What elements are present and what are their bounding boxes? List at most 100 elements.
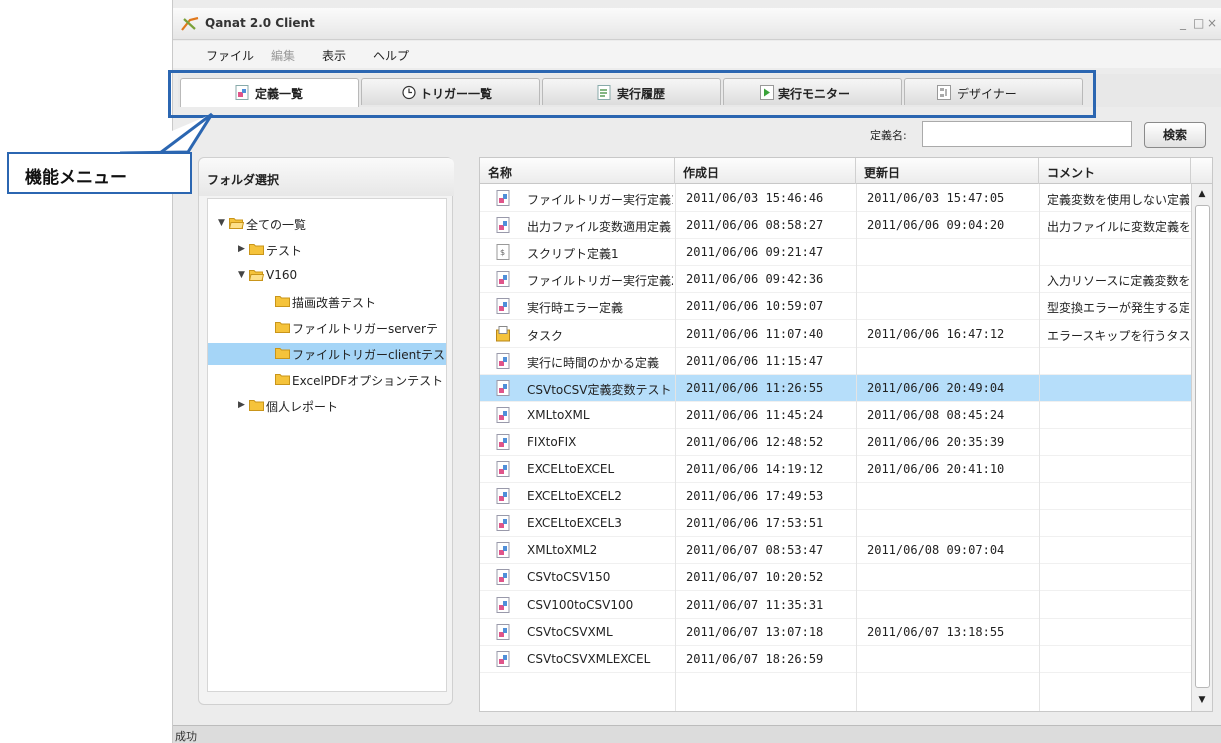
definition-document-icon xyxy=(496,217,510,234)
expanded-arrow-icon: ▼ xyxy=(238,270,245,280)
cell-created: 2011/06/03 15:46:46 xyxy=(686,191,824,205)
cell-updated: 2011/06/08 08:45:24 xyxy=(867,407,1005,422)
cell-name: 出力ファイル変数適用定義 xyxy=(527,220,672,235)
cell-name: 実行に時間のかかる定義 xyxy=(527,355,660,370)
cell-comment: 出力ファイルに変数定義を xyxy=(1047,220,1189,235)
scroll-down-icon[interactable]: ▼ xyxy=(1194,692,1210,708)
vertical-scrollbar[interactable]: ▲ ▼ xyxy=(1191,184,1212,711)
table-header: 名称 作成日 更新日 コメント xyxy=(480,158,1212,184)
definition-table: 名称 作成日 更新日 コメント ファイルトリガー実行定義1 2011/06/03 … xyxy=(479,157,1213,712)
table-row[interactable]: EXCELtoEXCEL3 2011/06/06 17:53:51 xyxy=(480,510,1191,538)
column-header-updated[interactable]: 更新日 xyxy=(856,158,1039,184)
table-row[interactable]: ファイルトリガー実行定義1 2011/06/03 15:46:46 2011/06/… xyxy=(480,185,1191,212)
cell-name: EXCELtoEXCEL2 xyxy=(527,489,622,504)
cell-name: XMLtoXML xyxy=(527,407,590,422)
menu-edit[interactable]: 編集 xyxy=(271,47,295,64)
column-divider xyxy=(675,184,676,711)
tree-node-filetrigger-client[interactable]: ファイルトリガーclientテス xyxy=(208,343,446,365)
main-content: 定義名: 検索 フォルダ選択 ▼ 全ての一覧 ▶ テスト ▼ V160 描画改善… xyxy=(173,107,1221,725)
annotation-callout: 機能メニュー xyxy=(7,152,192,194)
cell-created: 2011/06/06 08:58:27 xyxy=(686,218,824,233)
cell-updated: 2011/06/06 20:35:39 xyxy=(867,434,1005,449)
cell-created: 2011/06/06 11:45:24 xyxy=(686,407,824,422)
table-row[interactable]: CSVtoCSVXML 2011/06/07 13:07:18 2011/06/07… xyxy=(480,619,1191,646)
table-row[interactable]: 出力ファイル変数適用定義 2011/06/06 08:58:27 2011/06/0… xyxy=(480,212,1191,240)
cell-updated: 2011/06/06 16:47:12 xyxy=(867,326,1005,341)
cell-name: スクリプト定義1 xyxy=(527,247,619,262)
table-row[interactable]: $ スクリプト定義1 2011/06/06 09:21:47 xyxy=(480,239,1191,267)
cell-created: 2011/06/06 11:26:55 xyxy=(686,380,824,395)
table-row[interactable]: EXCELtoEXCEL 2011/06/06 14:19:12 2011/06/0… xyxy=(480,456,1191,483)
table-row[interactable]: XMLtoXML2 2011/06/07 08:53:47 2011/06/08 0… xyxy=(480,537,1191,565)
tree-node-test[interactable]: ▶ テスト xyxy=(208,239,446,261)
script-icon: $ xyxy=(496,244,510,261)
minimize-button[interactable]: _ xyxy=(1180,16,1186,30)
cell-name: FIXtoFIX xyxy=(527,434,577,449)
scroll-thumb[interactable] xyxy=(1195,205,1210,688)
column-header-created[interactable]: 作成日 xyxy=(675,158,856,184)
cell-created: 2011/06/06 11:07:40 xyxy=(686,326,824,341)
table-row[interactable]: FIXtoFIX 2011/06/06 12:48:52 2011/06/06 20… xyxy=(480,429,1191,456)
tree-node-personal-report[interactable]: ▶ 個人レポート xyxy=(208,395,446,417)
column-header-name[interactable]: 名称 xyxy=(480,158,675,184)
table-row[interactable]: CSV100toCSV100 2011/06/07 11:35:31 xyxy=(480,592,1191,619)
folder-panel: フォルダ選択 ▼ 全ての一覧 ▶ テスト ▼ V160 描画改善テスト ファイル… xyxy=(198,157,454,705)
cell-updated: 2011/06/06 09:04:20 xyxy=(867,218,1005,233)
cell-comment: エラースキップを行うタスク xyxy=(1047,328,1189,343)
definition-document-icon xyxy=(496,406,510,423)
tree-node-all[interactable]: ▼ 全ての一覧 xyxy=(208,213,446,235)
menu-view[interactable]: 表示 xyxy=(322,47,346,64)
table-row[interactable]: CSVtoCSV定義変数テスト 2011/06/06 11:26:55 2011/0… xyxy=(480,374,1191,402)
column-divider xyxy=(1039,184,1040,711)
table-row[interactable]: CSVtoCSV150 2011/06/07 10:20:52 xyxy=(480,564,1191,592)
cell-updated: 2011/06/07 13:18:55 xyxy=(867,624,1005,639)
cell-created: 2011/06/07 18:26:59 xyxy=(686,651,824,666)
collapsed-arrow-icon: ▶ xyxy=(238,244,245,254)
cell-created: 2011/06/06 17:53:51 xyxy=(686,516,824,531)
table-row[interactable]: 実行に時間のかかる定義 2011/06/06 11:15:47 xyxy=(480,348,1191,375)
cell-created: 2011/06/06 14:19:12 xyxy=(686,462,824,476)
tree-node-excelpdf[interactable]: ExcelPDFオプションテスト xyxy=(208,369,446,391)
title-bar: Qanat 2.0 Client _ □ × xyxy=(173,8,1221,40)
cell-created: 2011/06/06 09:42:36 xyxy=(686,272,824,287)
table-row[interactable]: ファイルトリガー実行定義2 2011/06/06 09:42:36 入力リソースに定… xyxy=(480,266,1191,294)
tree-node-filetrigger-server[interactable]: ファイルトリガーserverテ xyxy=(208,317,446,339)
table-row[interactable]: EXCELtoEXCEL2 2011/06/06 17:49:53 xyxy=(480,483,1191,511)
cell-comment: 入力リソースに定義変数を xyxy=(1047,274,1189,289)
folder-icon xyxy=(275,322,290,333)
definition-document-icon xyxy=(496,271,510,288)
screen: Qanat 2.0 Client _ □ × ファイル 編集 表示 ヘルプ 定義… xyxy=(0,0,1221,743)
menu-help[interactable]: ヘルプ xyxy=(373,47,409,64)
folder-icon xyxy=(275,348,290,359)
search-button[interactable]: 検索 xyxy=(1144,122,1206,148)
table-row[interactable]: XMLtoXML 2011/06/06 11:45:24 2011/06/08 08… xyxy=(480,402,1191,429)
menu-bar: ファイル 編集 表示 ヘルプ xyxy=(173,41,1221,68)
expanded-arrow-icon: ▼ xyxy=(218,218,225,228)
column-divider xyxy=(856,184,857,711)
cell-name: XMLtoXML2 xyxy=(527,543,598,558)
folder-icon xyxy=(275,296,290,307)
scroll-up-icon[interactable]: ▲ xyxy=(1194,186,1210,202)
definition-document-icon xyxy=(496,461,510,477)
tree-node-drawing-test[interactable]: 描画改善テスト xyxy=(208,291,446,313)
tree-node-v160[interactable]: ▼ V160 xyxy=(208,265,446,287)
cell-name: CSVtoCSVXMLEXCEL xyxy=(527,651,651,666)
table-row[interactable]: タスク 2011/06/06 11:07:40 2011/06/06 16:47:1… xyxy=(480,321,1191,348)
table-row[interactable]: CSVtoCSVXMLEXCEL 2011/06/07 18:26:59 xyxy=(480,646,1191,673)
maximize-button[interactable]: □ xyxy=(1193,16,1204,30)
column-header-comment[interactable]: コメント xyxy=(1039,158,1191,184)
cell-updated: 2011/06/06 20:49:04 xyxy=(867,380,1005,395)
cell-created: 2011/06/07 10:20:52 xyxy=(686,570,824,585)
cell-comment: 型変換エラーが発生する定 xyxy=(1047,301,1189,316)
cell-created: 2011/06/06 11:15:47 xyxy=(686,353,824,368)
definition-document-icon xyxy=(496,515,510,532)
cell-name: CSV100toCSV100 xyxy=(527,597,634,612)
definition-document-icon xyxy=(496,623,510,640)
folder-tree: ▼ 全ての一覧 ▶ テスト ▼ V160 描画改善テスト ファイルトリガーser… xyxy=(207,198,447,692)
cell-name: ファイルトリガー実行定義1 xyxy=(527,193,673,207)
table-row[interactable]: 実行時エラー定義 2011/06/06 10:59:07 型変換エラーが発生する定 xyxy=(480,293,1191,321)
definition-name-input[interactable] xyxy=(922,121,1132,147)
cell-updated: 2011/06/06 20:41:10 xyxy=(867,462,1005,476)
folder-open-icon xyxy=(229,218,244,229)
close-button[interactable]: × xyxy=(1207,16,1217,30)
